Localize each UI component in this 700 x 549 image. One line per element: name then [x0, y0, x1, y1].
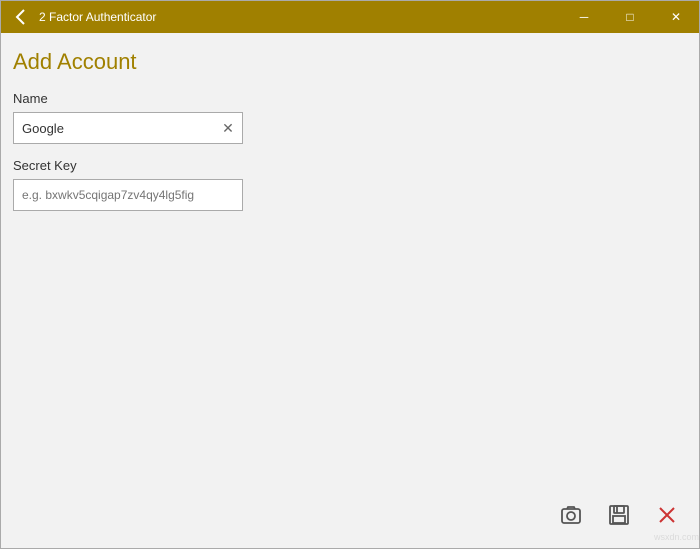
- save-icon: [608, 504, 630, 532]
- minimize-icon: ─: [580, 10, 589, 24]
- name-input[interactable]: [13, 112, 243, 144]
- titlebar: 2 Factor Authenticator ─ □ ✕: [1, 1, 699, 33]
- cancel-icon: [656, 504, 678, 532]
- titlebar-controls: ─ □ ✕: [561, 1, 699, 33]
- window-title: 2 Factor Authenticator: [39, 10, 156, 24]
- maximize-icon: □: [626, 10, 633, 24]
- back-button[interactable]: [11, 7, 31, 27]
- scan-qr-button[interactable]: [551, 498, 591, 538]
- window: 2 Factor Authenticator ─ □ ✕ Add Account…: [0, 0, 700, 549]
- titlebar-left: 2 Factor Authenticator: [11, 7, 156, 27]
- save-button[interactable]: [599, 498, 639, 538]
- secret-key-input[interactable]: [13, 179, 243, 211]
- close-button[interactable]: ✕: [653, 1, 699, 33]
- secret-label: Secret Key: [13, 158, 687, 173]
- watermark: wsxdn.com: [654, 532, 699, 542]
- name-label: Name: [13, 91, 687, 106]
- close-icon: ✕: [671, 10, 681, 24]
- name-input-wrapper: ✕: [13, 112, 243, 144]
- camera-icon: [559, 503, 583, 533]
- clear-icon: ✕: [222, 120, 234, 137]
- page-content: Add Account Name ✕ Secret Key: [1, 33, 699, 548]
- maximize-button[interactable]: □: [607, 1, 653, 33]
- page-title: Add Account: [13, 49, 687, 75]
- minimize-button[interactable]: ─: [561, 1, 607, 33]
- clear-name-button[interactable]: ✕: [219, 119, 237, 137]
